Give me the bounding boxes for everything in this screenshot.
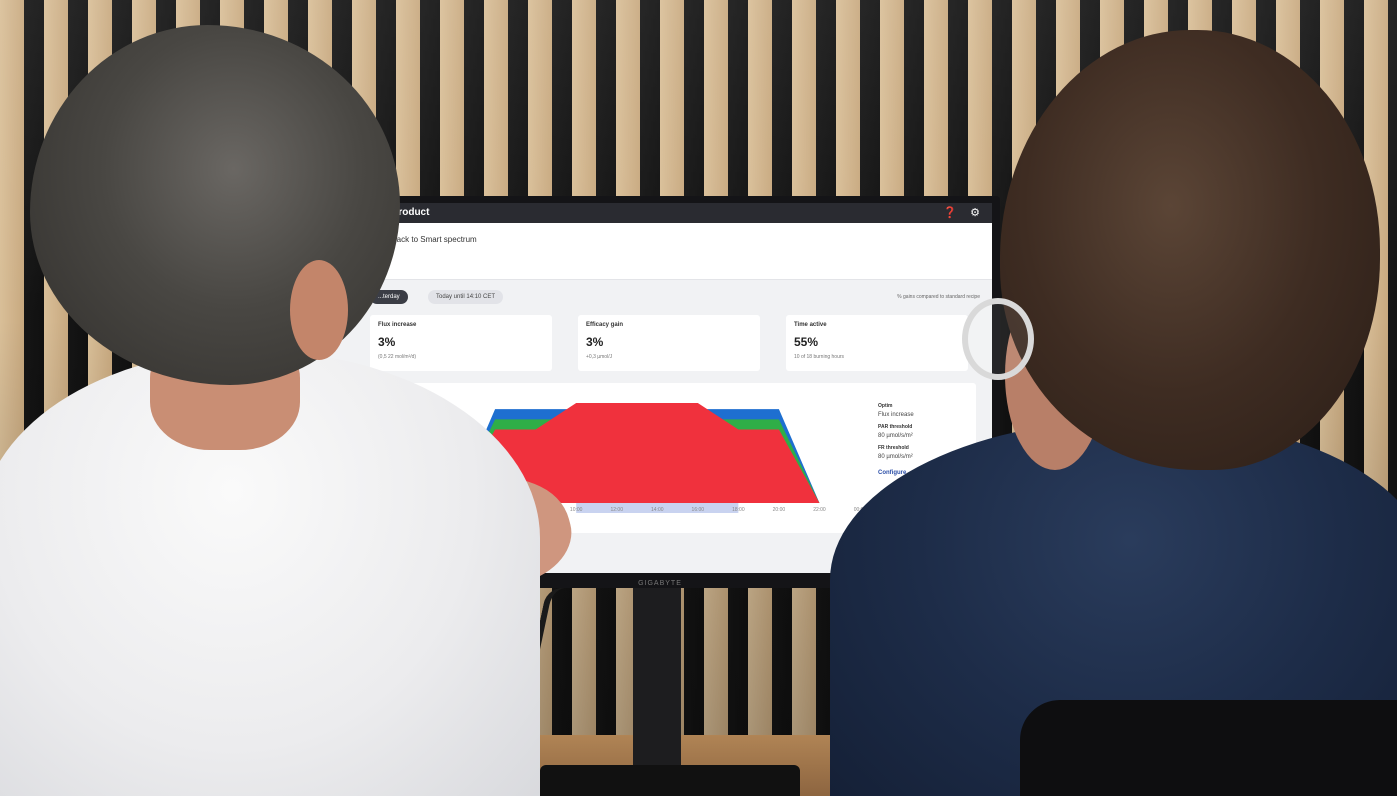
x-tick-label: 20:00 [773, 507, 786, 513]
monitor-stand [633, 580, 681, 765]
monitor-base [540, 765, 800, 796]
kpi-cards: Flux increase 3% (0,5 22 mol/m²/d) Effic… [328, 315, 992, 373]
x-tick-label: 18:00 [732, 507, 745, 513]
kpi-label: Flux increase [378, 322, 417, 328]
app-topbar: ...roduct ❓ ⚙ [328, 203, 992, 223]
kpi-value: 3% [586, 335, 604, 349]
kpi-sub: +0,3 µmol/J [586, 354, 613, 360]
x-tick-label: 12:00 [610, 507, 623, 513]
kpi-sub: (0,5 22 mol/m²/d) [378, 354, 417, 360]
help-icon[interactable]: ❓ [943, 207, 957, 219]
glasses [962, 298, 1034, 380]
optim-value: Flux increase [878, 412, 914, 418]
kpi-card-flux: Flux increase 3% (0,5 22 mol/m²/d) [370, 315, 552, 371]
gear-icon[interactable]: ⚙ [970, 207, 980, 219]
photo-scene: ...roduct ❓ ⚙ ...ack to Smart spectrum .… [0, 0, 1397, 796]
x-tick-label: 14:00 [651, 507, 664, 513]
left-person-ear [290, 260, 348, 360]
kpi-value: 55% [794, 335, 819, 349]
period-tabs: ...terday Today until 14:10 CET % gains … [328, 287, 992, 307]
kpi-value: 3% [378, 335, 396, 349]
x-tick-label: 22:00 [813, 507, 826, 513]
subheader: ...ack to Smart spectrum [328, 223, 992, 280]
chair [1020, 700, 1397, 796]
back-link[interactable]: ...ack to Smart spectrum [390, 235, 477, 244]
par-threshold-label: PAR threshold [878, 424, 913, 430]
kpi-card-efficacy: Efficacy gain 3% +0,3 µmol/J [578, 315, 760, 371]
kpi-label: Time active [794, 322, 827, 328]
x-tick-label: 16:00 [692, 507, 705, 513]
gains-note: % gains compared to standard recipe [897, 294, 980, 300]
tab-today[interactable]: Today until 14:10 CET [428, 290, 504, 304]
par-threshold-value: 80 µmol/s/m² [878, 433, 913, 439]
x-tick-label: 10:00 [570, 507, 583, 513]
kpi-card-time: Time active 55% 10 of 18 burning hours [786, 315, 968, 371]
kpi-label: Efficacy gain [586, 322, 624, 328]
optim-label: Optim [878, 403, 893, 409]
kpi-sub: 10 of 18 burning hours [794, 354, 845, 360]
right-person-head [1000, 30, 1380, 470]
